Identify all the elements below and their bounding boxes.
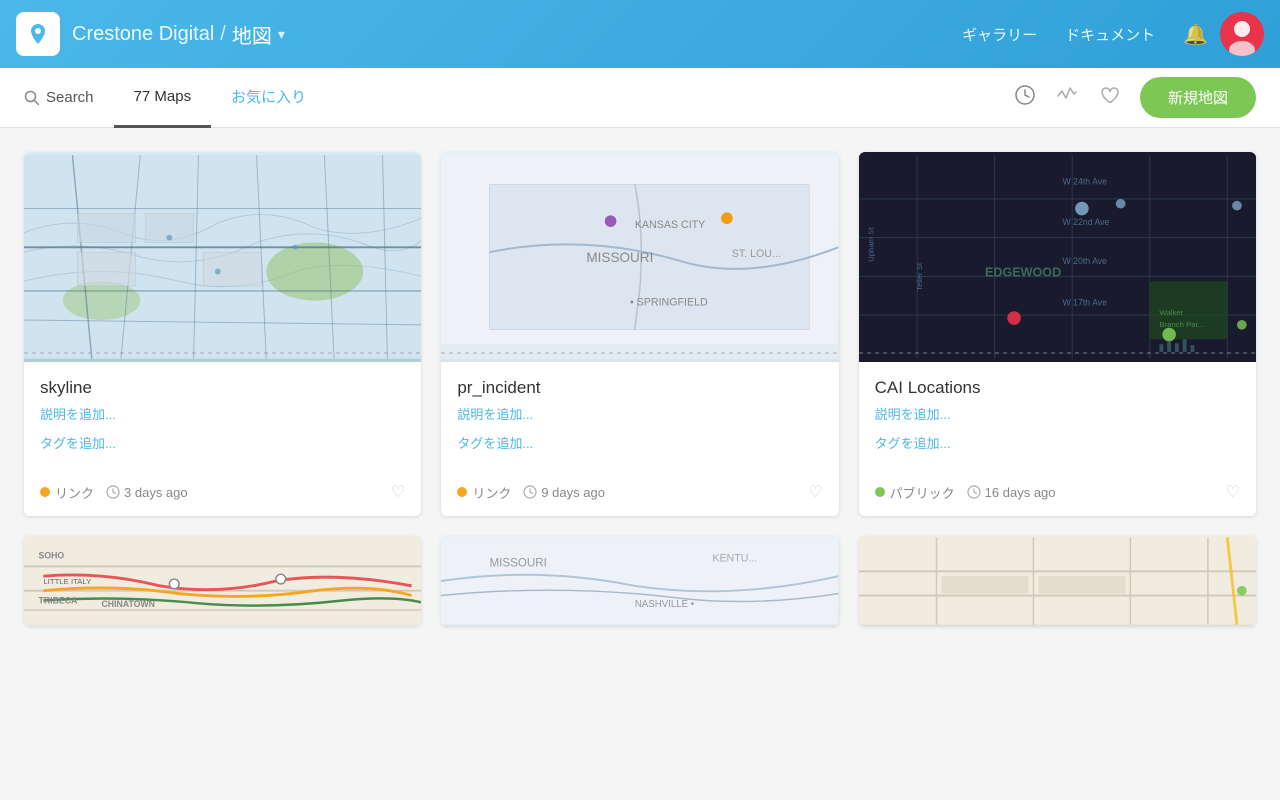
- tab-maps[interactable]: 77 Maps: [114, 68, 212, 128]
- svg-text:EDGEWOOD: EDGEWOOD: [985, 265, 1061, 279]
- heart-icon[interactable]: [1098, 84, 1120, 112]
- map-card-nyc[interactable]: SOHO LITTLE ITALY TRIBECA CHINATOWN: [24, 536, 421, 626]
- status-dot: [875, 487, 885, 497]
- svg-text:TRIBECA: TRIBECA: [39, 595, 78, 605]
- org-name: Crestone Digital: [72, 23, 214, 46]
- card-tags[interactable]: タグを追加...: [40, 433, 405, 452]
- toolbar-icons: [1014, 84, 1120, 112]
- favorite-button[interactable]: ♡: [391, 482, 405, 502]
- thumb-overlay: [441, 352, 838, 354]
- status-dot: [40, 487, 50, 497]
- card-title: skyline: [40, 378, 405, 398]
- svg-text:KANSAS CITY: KANSAS CITY: [635, 219, 705, 231]
- status-label: パブリック: [890, 483, 955, 502]
- history-icon[interactable]: [1014, 84, 1036, 112]
- svg-text:SOHO: SOHO: [39, 551, 65, 561]
- card-desc[interactable]: 説明を追加...: [875, 404, 1240, 423]
- user-avatar[interactable]: [1220, 12, 1264, 56]
- card-body-cai: CAI Locations 説明を追加... タグを追加...: [859, 362, 1256, 474]
- page-name: 地図: [232, 20, 272, 49]
- header-title: Crestone Digital / 地図 ▾: [72, 20, 950, 49]
- time-info: 3 days ago: [106, 485, 188, 500]
- search-icon: [24, 90, 40, 106]
- breadcrumb-sep: /: [220, 23, 226, 46]
- favorite-button[interactable]: ♡: [808, 482, 822, 502]
- svg-text:Upham St: Upham St: [866, 227, 875, 262]
- clock-icon: [523, 485, 537, 499]
- clock-icon: [106, 485, 120, 499]
- svg-text:Walker: Walker: [1159, 308, 1183, 317]
- svg-text:ST. LOU...: ST. LOU...: [732, 248, 781, 260]
- svg-text:W 17th Ave: W 17th Ave: [1062, 297, 1107, 307]
- nav-gallery[interactable]: ギャラリー: [962, 24, 1037, 45]
- tab-favorites[interactable]: お気に入り: [211, 68, 326, 128]
- app-header: Crestone Digital / 地図 ▾ ギャラリー ドキュメント 🔔: [0, 0, 1280, 68]
- svg-text:W 20th Ave: W 20th Ave: [1062, 256, 1107, 266]
- card-body-skyline: skyline 説明を追加... タグを追加...: [24, 362, 421, 474]
- thumb-overlay: [859, 352, 1256, 354]
- status-dot: [457, 487, 467, 497]
- logo[interactable]: [16, 12, 60, 56]
- time-info: 16 days ago: [967, 485, 1056, 500]
- svg-text:LITTLE ITALY: LITTLE ITALY: [43, 577, 91, 586]
- svg-text:Branch Par...: Branch Par...: [1159, 320, 1204, 329]
- header-nav: ギャラリー ドキュメント 🔔: [962, 22, 1208, 47]
- map-card-missouri2[interactable]: MISSOURI KENTU... NASHVILLE •: [441, 536, 838, 626]
- map-grid: skyline 説明を追加... タグを追加... リンク 3 days ago…: [0, 128, 1280, 650]
- status-label: リンク: [472, 483, 511, 502]
- time-info: 9 days ago: [523, 485, 605, 500]
- svg-text:KENTU...: KENTU...: [713, 553, 758, 565]
- activity-icon[interactable]: [1056, 84, 1078, 112]
- svg-text:CHINATOWN: CHINATOWN: [102, 599, 155, 609]
- svg-text:MISSOURI: MISSOURI: [490, 556, 547, 569]
- map-card-skyline[interactable]: skyline 説明を追加... タグを追加... リンク 3 days ago…: [24, 152, 421, 516]
- map-thumb-cai: W 24th Ave W 22nd Ave W 20th Ave W 17th …: [859, 152, 1256, 362]
- card-footer-skyline: リンク 3 days ago ♡: [24, 474, 421, 516]
- map-thumb-missouri2: MISSOURI KENTU... NASHVILLE •: [441, 536, 838, 626]
- search-label: Search: [46, 89, 94, 106]
- svg-text:W 24th Ave: W 24th Ave: [1062, 176, 1107, 186]
- svg-text:NASHVILLE •: NASHVILLE •: [635, 599, 695, 610]
- card-body-pr: pr_incident 説明を追加... タグを追加...: [441, 362, 838, 474]
- tab-bar: 77 Maps お気に入り: [114, 68, 1014, 128]
- card-tags[interactable]: タグを追加...: [457, 433, 822, 452]
- card-desc[interactable]: 説明を追加...: [457, 404, 822, 423]
- card-footer-cai: パブリック 16 days ago ♡: [859, 474, 1256, 516]
- card-title: pr_incident: [457, 378, 822, 398]
- svg-text:W 22nd Ave: W 22nd Ave: [1062, 217, 1109, 227]
- svg-text:Teller St: Teller St: [915, 262, 924, 291]
- search-button[interactable]: Search: [24, 89, 114, 106]
- card-desc[interactable]: 説明を追加...: [40, 404, 405, 423]
- map-card-pr-incident[interactable]: MISSOURI ST. LOU... KANSAS CITY • SPRING…: [441, 152, 838, 516]
- nav-docs[interactable]: ドキュメント: [1065, 24, 1155, 45]
- card-tags[interactable]: タグを追加...: [875, 433, 1240, 452]
- thumb-overlay: [24, 352, 421, 354]
- status-label: リンク: [55, 483, 94, 502]
- map-thumb-skyline: [24, 152, 421, 362]
- toolbar: Search 77 Maps お気に入り 新規地図: [0, 68, 1280, 128]
- map-thumb-street: [859, 536, 1256, 626]
- card-footer-pr: リンク 9 days ago ♡: [441, 474, 838, 516]
- svg-text:• SPRINGFIELD: • SPRINGFIELD: [630, 296, 708, 308]
- page-dropdown-icon[interactable]: ▾: [278, 26, 285, 43]
- map-thumb-nyc: SOHO LITTLE ITALY TRIBECA CHINATOWN: [24, 536, 421, 626]
- favorite-button[interactable]: ♡: [1226, 482, 1240, 502]
- map-thumb-pr: MISSOURI ST. LOU... KANSAS CITY • SPRING…: [441, 152, 838, 362]
- svg-text:MISSOURI: MISSOURI: [587, 250, 654, 265]
- card-title: CAI Locations: [875, 378, 1240, 398]
- clock-icon: [967, 485, 981, 499]
- map-card-cai[interactable]: W 24th Ave W 22nd Ave W 20th Ave W 17th …: [859, 152, 1256, 516]
- map-card-street[interactable]: [859, 536, 1256, 626]
- new-map-button[interactable]: 新規地図: [1140, 77, 1256, 118]
- bell-icon[interactable]: 🔔: [1183, 22, 1208, 47]
